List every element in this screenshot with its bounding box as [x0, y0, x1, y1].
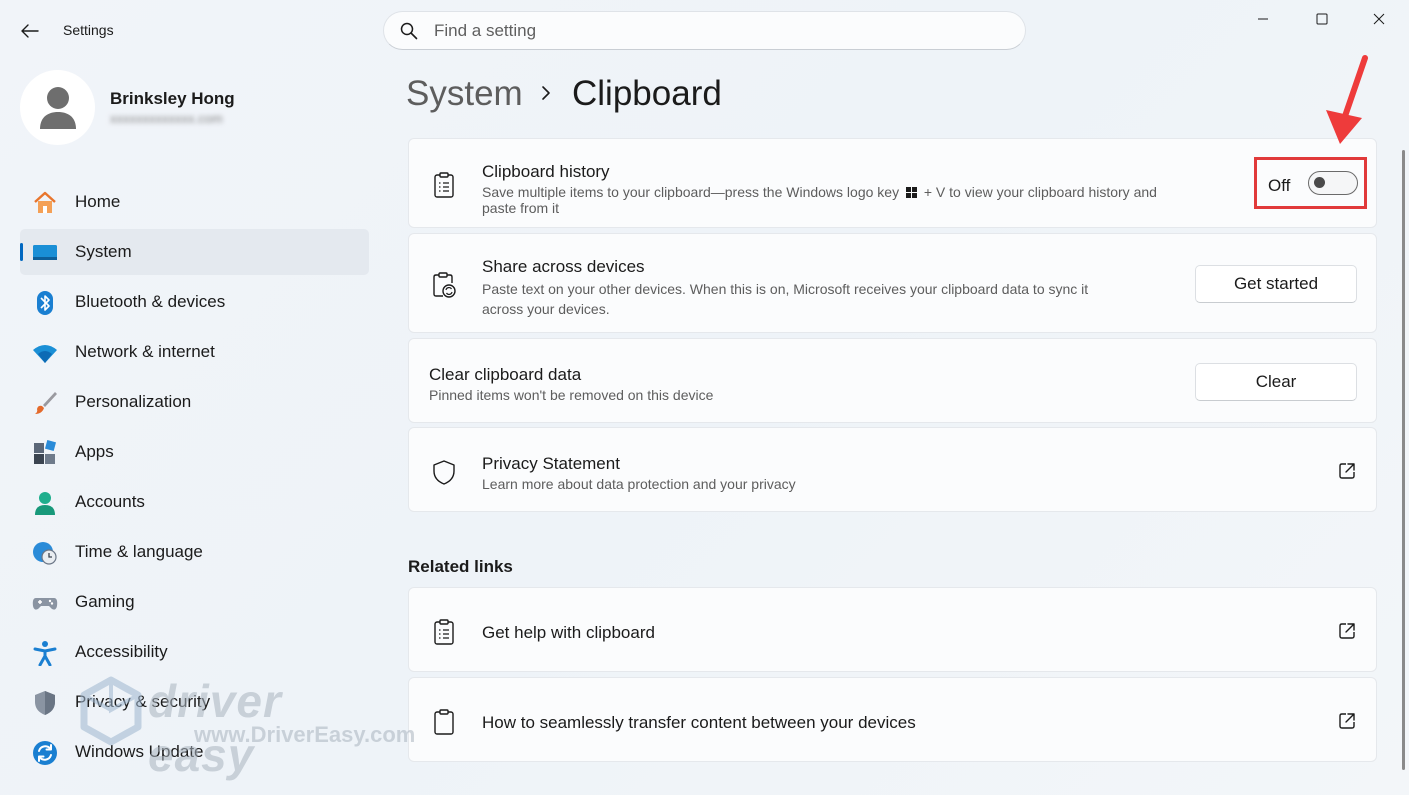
bluetooth-icon [32, 290, 58, 316]
clipboard-history-title: Clipboard history [482, 162, 610, 181]
sidebar-item-label: Gaming [75, 592, 135, 611]
description-text: paste from it [482, 200, 560, 216]
sidebar-item-network[interactable]: Network & internet [20, 329, 369, 375]
clipboard-history-toggle[interactable] [1308, 171, 1358, 195]
related-link-label: How to seamlessly transfer content betwe… [482, 713, 916, 732]
sidebar-item-accessibility[interactable]: Accessibility [20, 629, 369, 675]
page-title: Clipboard [572, 74, 722, 113]
accessibility-icon [32, 640, 58, 666]
sidebar-item-system[interactable]: System [20, 229, 369, 275]
share-across-devices-card: Share across devices Paste text on your … [408, 233, 1377, 333]
open-external-icon[interactable] [1337, 711, 1357, 731]
annotation-arrow-icon [1326, 55, 1368, 144]
sidebar-item-label: Privacy & security [75, 692, 211, 711]
sidebar-nav: Home System Bluetooth & devices Network … [20, 179, 369, 779]
sidebar-item-label: Apps [75, 442, 114, 461]
clear-clipboard-card: Clear clipboard data Pinned items won't … [408, 338, 1377, 423]
clipboard-history-card: Clipboard history Save multiple items to… [408, 138, 1377, 228]
wifi-icon [32, 340, 58, 366]
gamepad-icon [32, 590, 58, 616]
sidebar-item-label: Accounts [75, 492, 145, 511]
update-icon [32, 740, 58, 766]
description-text: Paste text on your other devices. When t… [482, 281, 1089, 297]
sidebar-item-label: Network & internet [75, 342, 215, 361]
related-link-item[interactable]: Get help with clipboard [408, 587, 1377, 672]
globe-clock-icon [32, 540, 58, 566]
back-arrow-icon [21, 24, 39, 38]
person-icon [32, 490, 58, 516]
description-text: + V to view your clipboard history and [923, 184, 1157, 200]
avatar[interactable] [20, 70, 95, 145]
search-icon [400, 22, 418, 39]
back-button[interactable] [14, 16, 46, 46]
share-across-devices-title: Share across devices [482, 257, 645, 276]
related-link-item[interactable]: How to seamlessly transfer content betwe… [408, 677, 1377, 762]
system-icon [32, 240, 58, 266]
sidebar-item-home[interactable]: Home [20, 179, 369, 225]
get-started-button[interactable]: Get started [1195, 265, 1357, 303]
toggle-state-label: Off [1268, 176, 1291, 195]
clear-clipboard-title: Clear clipboard data [429, 365, 582, 384]
brush-icon [32, 390, 58, 416]
sidebar-item-label: Personalization [75, 392, 192, 411]
sidebar-item-personalization[interactable]: Personalization [20, 379, 369, 425]
clipboard-history-description: Save multiple items to your clipboard—pr… [482, 184, 1222, 216]
sidebar-item-label: Windows Update [75, 742, 204, 761]
shield-outline-icon [431, 458, 457, 486]
sidebar-item-label: Time & language [75, 542, 203, 561]
search-box[interactable] [383, 11, 1026, 50]
toggle-knob [1314, 177, 1325, 188]
sidebar-item-label: Accessibility [75, 642, 168, 661]
search-input[interactable] [434, 20, 994, 41]
privacy-statement-description: Learn more about data protection and you… [482, 476, 796, 492]
description-text: across your devices. [482, 301, 610, 317]
settings-window: Settings Brinksley Hong xxxxxxxxxxxxx.co… [0, 0, 1409, 795]
close-icon [1373, 13, 1385, 25]
privacy-statement-card[interactable]: Privacy Statement Learn more about data … [408, 427, 1377, 512]
chevron-right-icon [542, 86, 550, 100]
home-icon [32, 190, 58, 216]
minimize-icon [1258, 18, 1268, 20]
shield-icon [32, 690, 58, 716]
related-links-heading: Related links [408, 557, 513, 576]
clipboard-sync-icon [431, 271, 457, 299]
open-external-icon[interactable] [1337, 461, 1357, 481]
related-link-label: Get help with clipboard [482, 623, 655, 642]
close-button[interactable] [1356, 6, 1402, 32]
person-avatar-icon [39, 86, 76, 129]
sidebar-item-bluetooth[interactable]: Bluetooth & devices [20, 279, 369, 325]
sidebar-item-label: System [75, 242, 132, 261]
clipboard-list-icon [431, 171, 457, 199]
maximize-button[interactable] [1299, 6, 1345, 32]
toggle-highlight-box: Off [1254, 157, 1367, 209]
minimize-button[interactable] [1240, 6, 1286, 32]
app-title: Settings [63, 22, 114, 38]
sidebar-item-windows-update[interactable]: Windows Update [20, 729, 369, 775]
scrollbar[interactable] [1402, 150, 1405, 770]
sidebar-item-gaming[interactable]: Gaming [20, 579, 369, 625]
sidebar-item-label: Home [75, 192, 121, 211]
description-text: Save multiple items to your clipboard—pr… [482, 184, 900, 200]
user-email: xxxxxxxxxxxxx.com [110, 111, 223, 126]
clear-button[interactable]: Clear [1195, 363, 1357, 401]
user-name: Brinksley Hong [110, 89, 235, 108]
breadcrumb-parent[interactable]: System [406, 74, 523, 114]
share-across-devices-description: Paste text on your other devices. When t… [482, 279, 1182, 319]
sidebar-item-apps[interactable]: Apps [20, 429, 369, 475]
sidebar-item-privacy-security[interactable]: Privacy & security [20, 679, 369, 725]
sidebar-item-accounts[interactable]: Accounts [20, 479, 369, 525]
maximize-icon [1316, 13, 1328, 25]
clear-clipboard-description: Pinned items won't be removed on this de… [429, 387, 714, 403]
privacy-statement-title: Privacy Statement [482, 454, 620, 473]
apps-icon [32, 440, 58, 466]
open-external-icon[interactable] [1337, 621, 1357, 641]
windows-logo-icon [905, 187, 917, 198]
clipboard-list-icon [431, 618, 457, 646]
sidebar-item-time-language[interactable]: Time & language [20, 529, 369, 575]
sidebar-item-label: Bluetooth & devices [75, 292, 226, 311]
clipboard-icon [431, 708, 457, 736]
